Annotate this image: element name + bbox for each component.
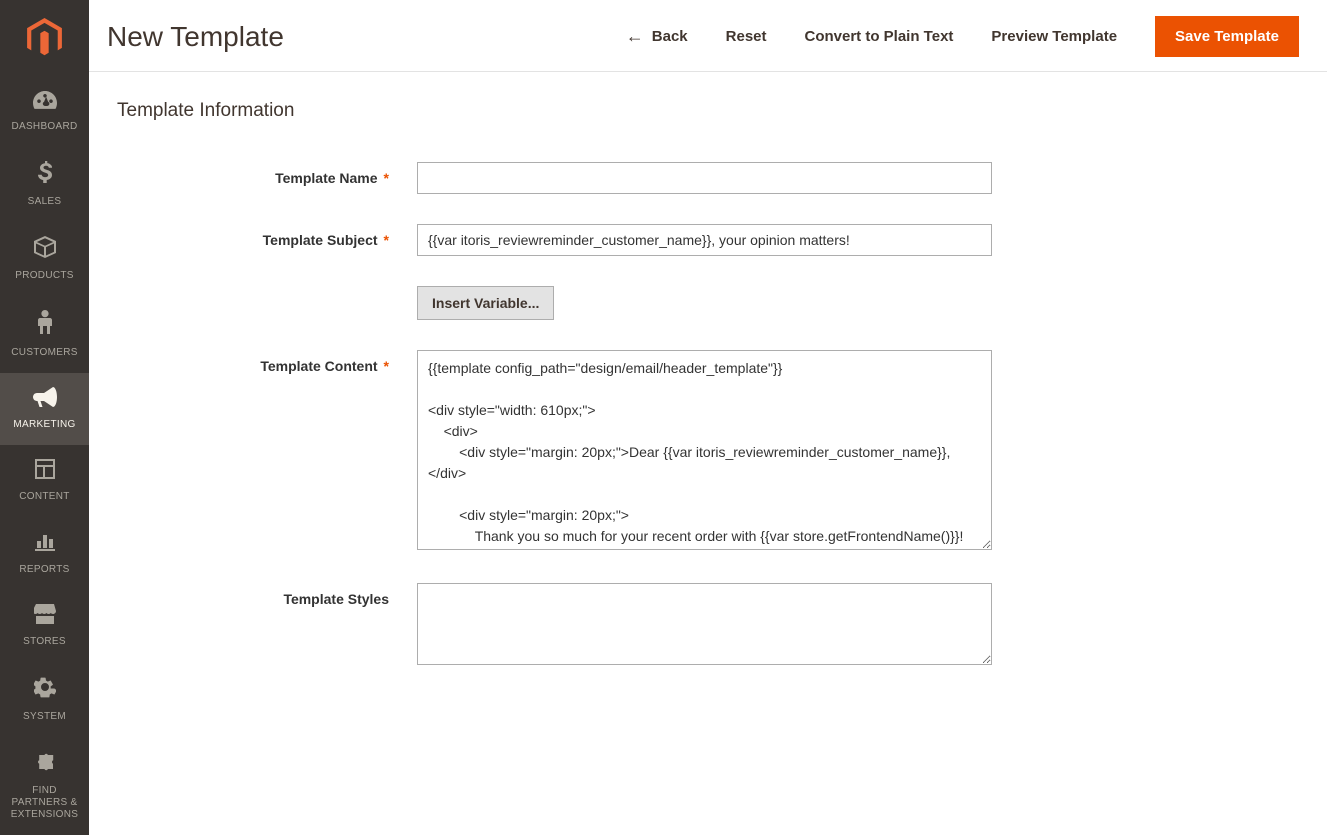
template-styles-row: Template Styles <box>117 583 1299 668</box>
nav-customers[interactable]: CUSTOMERS <box>0 296 89 372</box>
template-name-row: Template Name* <box>117 162 1299 194</box>
nav-content[interactable]: CONTENT <box>0 445 89 517</box>
megaphone-icon <box>33 387 57 413</box>
dashboard-icon <box>33 89 57 115</box>
preview-label: Preview Template <box>991 28 1117 45</box>
nav-label: CUSTOMERS <box>11 347 77 359</box>
template-content-textarea[interactable] <box>417 350 992 550</box>
nav-reports[interactable]: REPORTS <box>0 517 89 589</box>
page-title: New Template <box>107 21 284 53</box>
magento-logo[interactable] <box>0 0 89 75</box>
form-content: Template Information Template Name* Temp… <box>89 72 1327 738</box>
nav-sales[interactable]: SALES <box>0 147 89 221</box>
sidebar: DASHBOARD SALES PRODUCTS CUSTOMERS MARKE… <box>0 0 89 835</box>
insert-variable-row: Insert Variable... <box>117 286 1299 320</box>
nav-partners[interactable]: FIND PARTNERS & EXTENSIONS <box>0 737 89 835</box>
reset-label: Reset <box>726 28 767 45</box>
reset-button[interactable]: Reset <box>726 28 767 45</box>
magento-logo-icon <box>27 18 62 58</box>
nav-label: SALES <box>28 196 62 208</box>
nav-label: MARKETING <box>13 419 75 431</box>
template-subject-label: Template Subject* <box>117 224 417 248</box>
header-actions: ← Back Reset Convert to Plain Text Previ… <box>626 16 1299 57</box>
nav-label: STORES <box>23 636 66 648</box>
nav-dashboard[interactable]: DASHBOARD <box>0 75 89 147</box>
nav-system[interactable]: SYSTEM <box>0 662 89 736</box>
template-subject-row: Template Subject* <box>117 224 1299 256</box>
preview-button[interactable]: Preview Template <box>991 28 1117 45</box>
template-content-label: Template Content* <box>117 350 417 374</box>
template-content-row: Template Content* <box>117 350 1299 553</box>
nav-label: CONTENT <box>19 491 69 503</box>
store-icon <box>34 604 56 630</box>
nav-stores[interactable]: STORES <box>0 590 89 662</box>
nav-label: PRODUCTS <box>15 270 74 282</box>
back-label: Back <box>652 28 688 45</box>
save-button[interactable]: Save Template <box>1155 16 1299 57</box>
gear-icon <box>34 676 56 704</box>
person-icon <box>38 310 52 340</box>
template-styles-textarea[interactable] <box>417 583 992 665</box>
main-content: New Template ← Back Reset Convert to Pla… <box>89 0 1327 835</box>
nav-label: SYSTEM <box>23 711 66 723</box>
nav-marketing[interactable]: MARKETING <box>0 373 89 445</box>
template-subject-input[interactable] <box>417 224 992 256</box>
convert-button[interactable]: Convert to Plain Text <box>805 28 954 45</box>
insert-variable-button[interactable]: Insert Variable... <box>417 286 554 320</box>
convert-label: Convert to Plain Text <box>805 28 954 45</box>
nav-label: FIND PARTNERS & EXTENSIONS <box>4 785 85 821</box>
back-button[interactable]: ← Back <box>626 26 688 47</box>
template-styles-label: Template Styles <box>117 583 417 607</box>
layout-icon <box>35 459 55 485</box>
section-title: Template Information <box>117 100 1299 122</box>
bars-icon <box>35 531 55 557</box>
nav-label: DASHBOARD <box>11 121 77 133</box>
cube-icon <box>34 236 56 264</box>
template-name-label: Template Name* <box>117 162 417 186</box>
arrow-left-icon: ← <box>626 26 644 47</box>
topbar: New Template ← Back Reset Convert to Pla… <box>89 0 1327 72</box>
nav-products[interactable]: PRODUCTS <box>0 222 89 296</box>
dollar-icon <box>38 161 52 189</box>
nav-label: REPORTS <box>19 564 69 576</box>
template-name-input[interactable] <box>417 162 992 194</box>
